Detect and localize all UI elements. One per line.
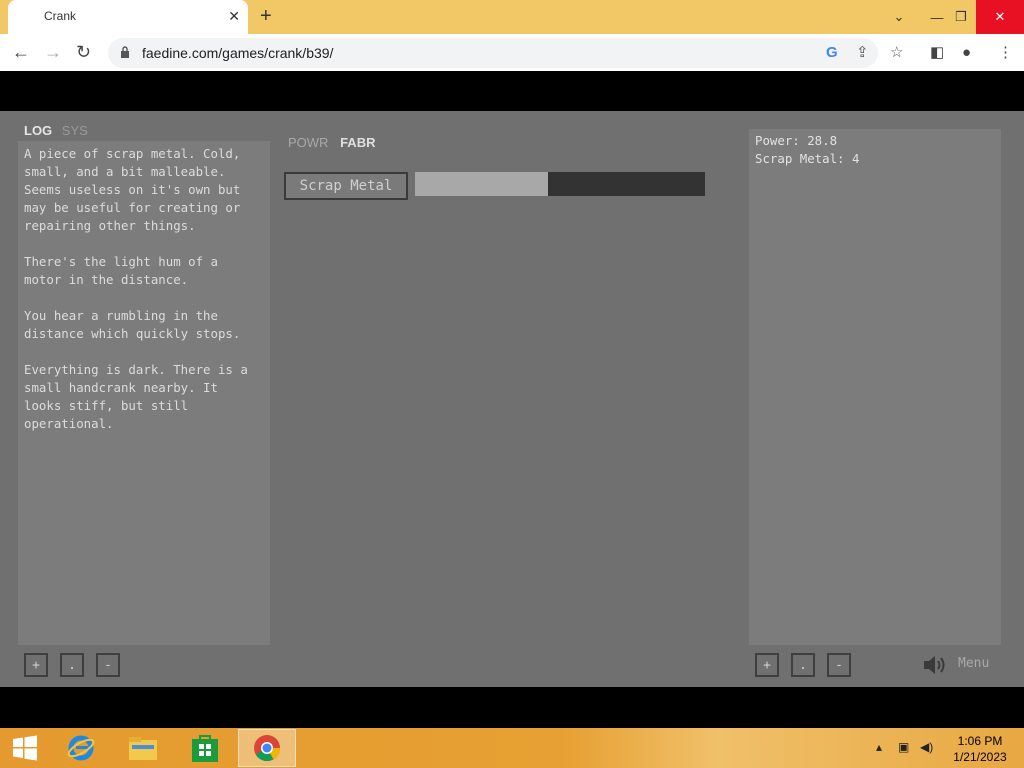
scrap-progress-fill (415, 172, 549, 196)
restore-icon[interactable]: ❐ (944, 0, 978, 34)
clock-time: 1:06 PM (957, 734, 1003, 748)
stat-scrap-metal: Scrap Metal: 4 (755, 151, 860, 166)
profile-icon[interactable]: ● (962, 45, 971, 61)
tray-overflow-icon[interactable]: ▴ (876, 740, 882, 754)
browser-tab[interactable]: Crank ✕ (8, 0, 248, 34)
left-zoom-in-button[interactable]: + (24, 653, 48, 677)
back-icon[interactable]: ← (12, 42, 30, 62)
store-icon[interactable] (188, 731, 222, 765)
left-tabs: LOG SYS (24, 123, 94, 138)
tab-log[interactable]: LOG (24, 123, 52, 138)
game-area: LOG SYS A piece of scrap metal. Cold, sm… (0, 111, 1024, 687)
log-panel: A piece of scrap metal. Cold, small, and… (18, 141, 270, 645)
url-text: faedine.com/games/crank/b39/ (142, 45, 334, 61)
tab-fabr[interactable]: FABR (340, 135, 375, 150)
log-text: A piece of scrap metal. Cold, small, and… (24, 146, 248, 431)
browser-tab-bar: Crank ✕ + ⌄ — ❐ ✕ (0, 0, 1024, 34)
tab-sys[interactable]: SYS (62, 123, 88, 138)
right-zoom-in-button[interactable]: + (755, 653, 779, 677)
mid-tabs: POWR FABR (288, 135, 383, 150)
stats-panel: Power: 28.8 Scrap Metal: 4 (749, 129, 1001, 645)
close-tab-icon[interactable]: ✕ (228, 8, 240, 24)
google-icon[interactable]: G (826, 44, 838, 62)
left-reset-button[interactable]: . (60, 653, 84, 677)
bookmark-star-icon[interactable]: ☆ (890, 44, 903, 62)
volume-icon[interactable]: ◀) (920, 740, 933, 754)
new-tab-icon[interactable]: + (260, 6, 272, 26)
address-bar[interactable]: faedine.com/games/crank/b39/ G ⇪ ☆ (108, 38, 903, 68)
tab-title: Crank (44, 9, 77, 23)
taskbar: ▴ ▣ ◀) 1:06 PM 1/21/2023 (0, 728, 1024, 768)
tab-search-icon[interactable]: ⌄ (882, 0, 916, 34)
share-icon[interactable]: ⇪ (856, 44, 869, 62)
side-panel-icon[interactable]: ◧ (930, 45, 944, 61)
window-close-icon[interactable]: ✕ (976, 0, 1024, 34)
page-viewport: LOG SYS A piece of scrap metal. Cold, sm… (0, 71, 1024, 728)
system-clock[interactable]: 1:06 PM 1/21/2023 (950, 733, 1010, 765)
left-zoom-out-button[interactable]: - (96, 653, 120, 677)
clock-date: 1/21/2023 (953, 750, 1007, 764)
speaker-icon[interactable] (922, 654, 948, 676)
browser-toolbar: ← → ↻ faedine.com/games/crank/b39/ G ⇪ ☆… (0, 34, 1024, 72)
internet-explorer-icon[interactable] (64, 731, 98, 765)
scrap-metal-button[interactable]: Scrap Metal (284, 172, 408, 200)
forward-icon[interactable]: → (44, 42, 62, 62)
more-menu-icon[interactable]: ⋮ (998, 45, 1013, 61)
tab-powr[interactable]: POWR (288, 135, 328, 150)
chrome-icon[interactable] (238, 729, 296, 767)
right-reset-button[interactable]: . (791, 653, 815, 677)
network-icon[interactable]: ▣ (898, 740, 909, 754)
right-zoom-out-button[interactable]: - (827, 653, 851, 677)
stat-power: Power: 28.8 (755, 133, 838, 148)
windows-start-icon[interactable] (8, 731, 42, 765)
scrap-progress-bar (415, 172, 705, 196)
file-explorer-icon[interactable] (126, 731, 160, 765)
lock-icon (121, 46, 129, 58)
menu-button[interactable]: Menu (958, 656, 989, 671)
reload-icon[interactable]: ↻ (76, 42, 91, 62)
